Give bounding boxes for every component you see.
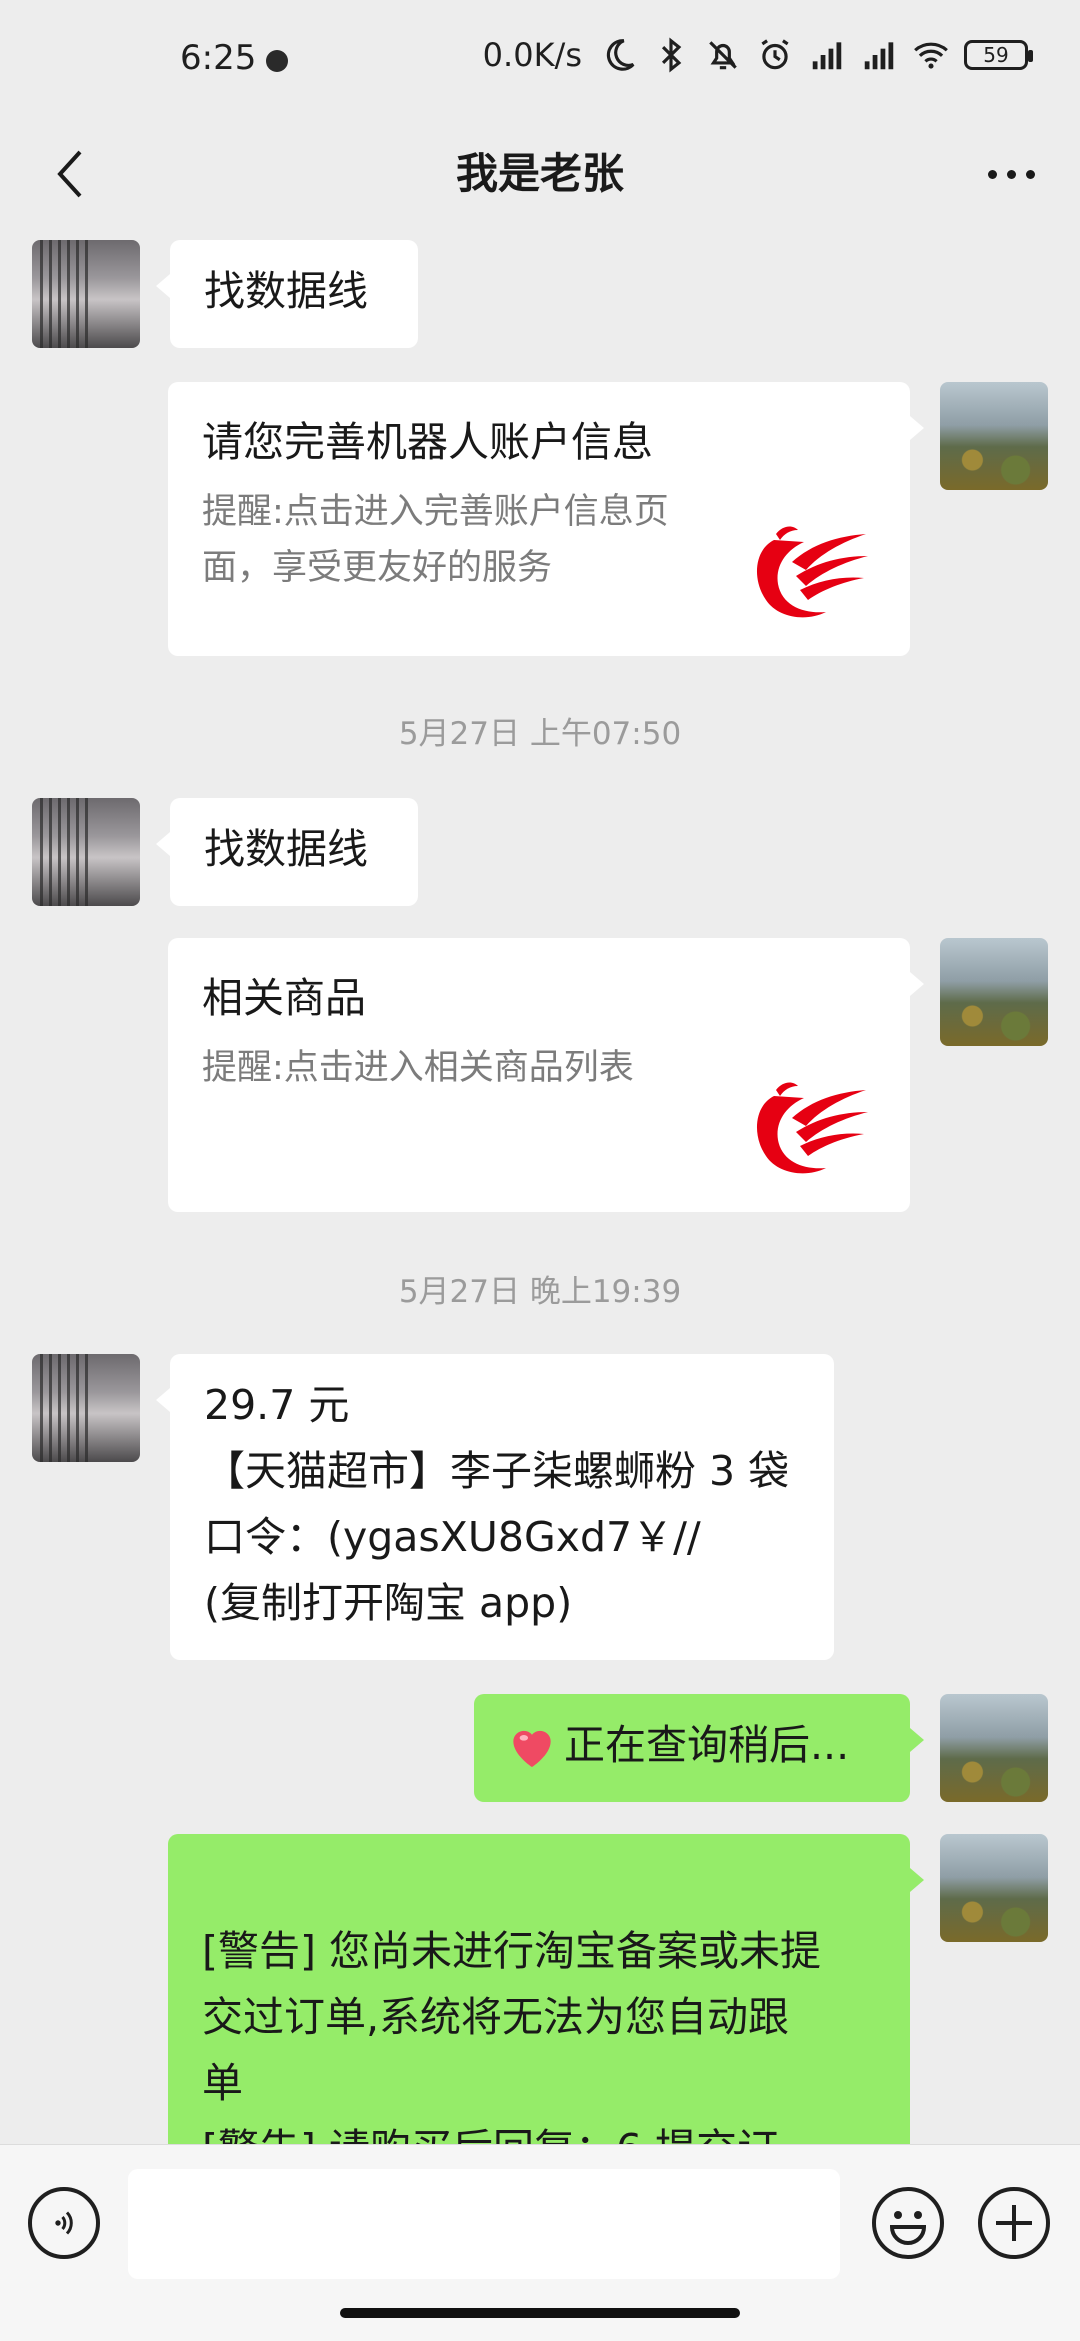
chat-header: 我是老张 <box>0 120 1080 236</box>
chat-messages[interactable]: 找数据线 请您完善机器人账户信息 提醒:点击进入完善账户信息页面，享受更友好的服… <box>0 236 1080 2144</box>
mute-bell-icon <box>709 41 737 70</box>
contact-avatar[interactable] <box>32 798 140 906</box>
my-avatar[interactable] <box>940 382 1048 490</box>
message-line: 口令：(ygasXU8Gxd7￥// <box>204 1513 701 1561</box>
bluetooth-icon <box>661 37 682 73</box>
message-line: [警告] 请购买后回复：6 提交订 <box>202 2116 910 2144</box>
notification-dot-icon <box>266 50 288 72</box>
card-message[interactable]: 相关商品 提醒:点击进入相关商品列表 <box>168 938 924 1212</box>
swan-logo-icon <box>756 526 868 618</box>
emoji-button[interactable] <box>872 2187 944 2259</box>
plus-icon <box>996 2205 1032 2241</box>
voice-button[interactable] <box>28 2187 100 2259</box>
home-indicator[interactable] <box>340 2308 740 2318</box>
message-bubble[interactable]: 29.7 元 【天猫超市】李子柒螺蛳粉 3 袋 口令：(ygasXU8Gxd7￥… <box>156 1354 834 1660</box>
message-bubble[interactable]: 正在查询稍后... <box>474 1694 924 1802</box>
more-options-button[interactable] <box>966 134 1056 214</box>
battery-icon: 59 <box>964 40 1033 70</box>
message-line: 29.7 元 <box>204 1381 350 1429</box>
chat-title: 我是老张 <box>455 149 624 198</box>
more-dot-icon <box>1006 169 1016 179</box>
signal-hd-2-icon <box>864 42 894 70</box>
message-bubble[interactable]: [警告] 您尚未进行淘宝备案或未提 交过订单,系统将无法为您自动跟 单 [警告]… <box>168 1834 924 2144</box>
moon-icon <box>606 39 635 71</box>
swan-logo-icon <box>756 1082 868 1174</box>
my-avatar[interactable] <box>940 1694 1048 1802</box>
my-avatar[interactable] <box>940 938 1048 1046</box>
contact-avatar[interactable] <box>32 240 140 348</box>
smiley-icon <box>889 2211 927 2245</box>
message-line: [警告] 您尚未进行淘宝备案或未提 <box>202 1927 822 1975</box>
message-bubble[interactable]: 找数据线 <box>156 240 418 348</box>
card-message[interactable]: 请您完善机器人账户信息 提醒:点击进入完善账户信息页面，享受更友好的服务 <box>168 382 924 656</box>
signal-hd-icon <box>812 42 842 70</box>
card-title: 相关商品 <box>202 974 366 1022</box>
wifi-icon <box>914 42 948 69</box>
more-dot-icon <box>987 169 997 179</box>
status-time: 6:25 <box>180 38 257 78</box>
message-text: 找数据线 <box>204 825 368 873</box>
status-icons: 0.0K/s 59 <box>482 36 1033 74</box>
status-bar: 6:25 0.0K/s 59 <box>0 0 1080 120</box>
heart-icon <box>513 1730 551 1767</box>
my-avatar[interactable] <box>940 1834 1048 1942</box>
message-line: (复制打开陶宝 app) <box>204 1579 573 1627</box>
voice-icon <box>55 2211 73 2235</box>
message-line: 交过订单,系统将无法为您自动跟 <box>202 1993 790 2041</box>
more-dot-icon <box>1025 169 1035 179</box>
timestamp: 5月27日 晚上19:39 <box>398 1274 682 1310</box>
card-title: 请您完善机器人账户信息 <box>202 418 653 466</box>
more-functions-button[interactable] <box>978 2187 1050 2259</box>
message-text: 正在查询稍后... <box>564 1721 850 1769</box>
message-line: 单 <box>202 2059 243 2107</box>
timestamp: 5月27日 上午07:50 <box>398 716 682 752</box>
contact-avatar[interactable] <box>32 1354 140 1462</box>
card-description: 提醒:点击进入相关商品列表 <box>202 1048 634 1088</box>
message-text: 找数据线 <box>204 267 368 315</box>
alarm-icon <box>761 39 789 70</box>
message-input[interactable] <box>128 2169 840 2279</box>
card-description: 提醒:点击进入完善账户信息页面，享受更友好的服务 <box>202 492 669 588</box>
message-line: 【天猫超市】李子柒螺蛳粉 3 袋 <box>204 1447 790 1495</box>
message-bubble[interactable]: 找数据线 <box>156 798 418 906</box>
network-speed: 0.0K/s <box>482 36 582 74</box>
